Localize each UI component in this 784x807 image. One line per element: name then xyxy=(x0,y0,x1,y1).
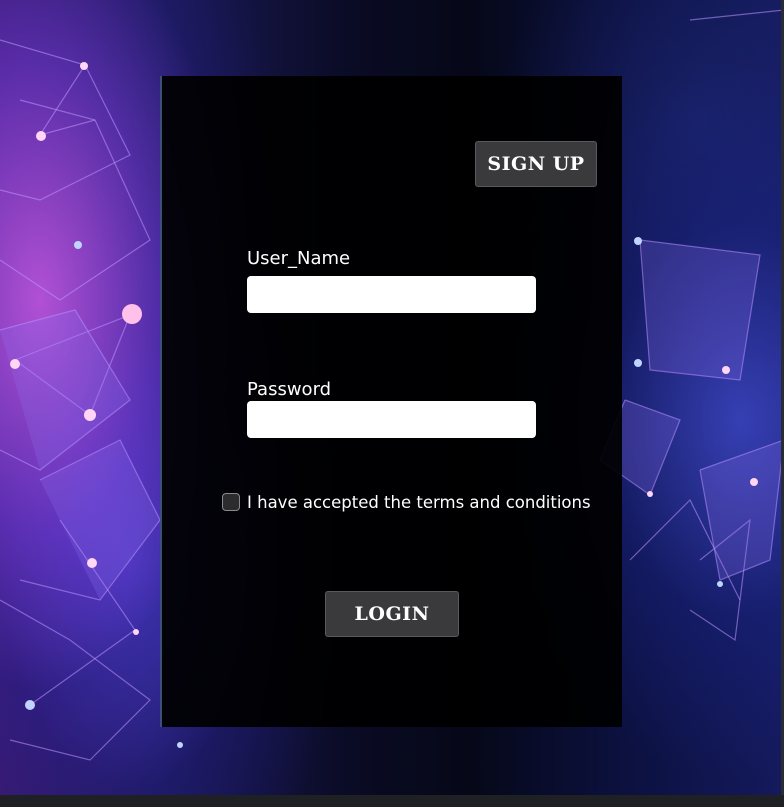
login-panel: SIGN UP User_Name Password I have accept… xyxy=(160,76,622,727)
window-bottom-bar xyxy=(0,795,784,807)
terms-checkbox[interactable] xyxy=(222,493,240,511)
login-button[interactable]: LOGIN xyxy=(325,591,459,637)
password-label: Password xyxy=(247,379,332,400)
login-window: SIGN UP User_Name Password I have accept… xyxy=(0,0,784,807)
password-field[interactable] xyxy=(247,401,536,438)
username-field[interactable] xyxy=(247,276,536,313)
terms-row: I have accepted the terms and conditions xyxy=(222,490,591,514)
sign-up-button[interactable]: SIGN UP xyxy=(475,141,597,187)
terms-label: I have accepted the terms and conditions xyxy=(247,492,591,512)
username-label: User_Name xyxy=(247,248,351,269)
